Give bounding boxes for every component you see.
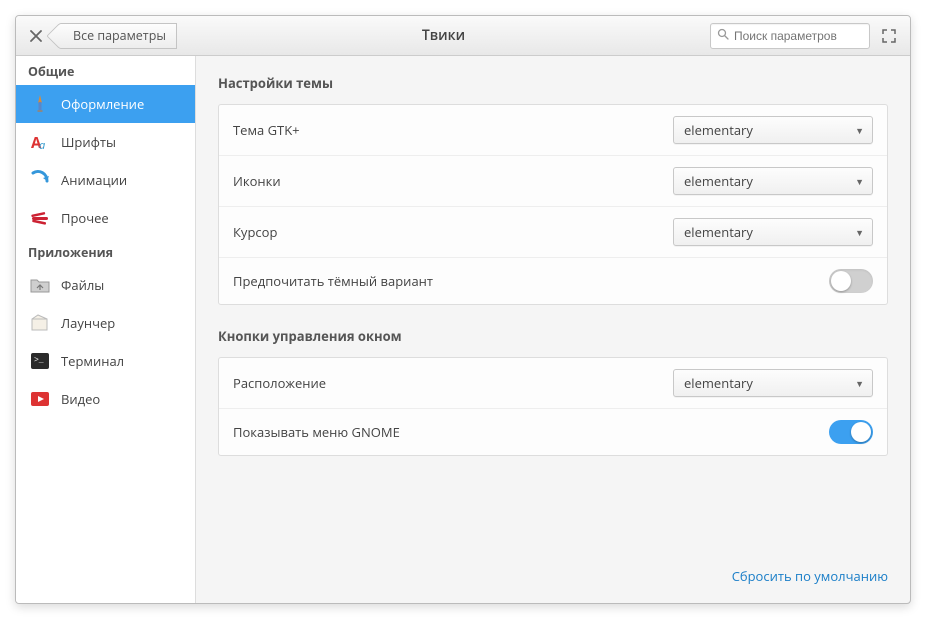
misc-icon (28, 206, 52, 230)
window-title: Твики (183, 26, 704, 45)
setting-row-dark: Предпочитать тёмный вариант (219, 258, 887, 304)
appearance-icon (28, 92, 52, 116)
fonts-icon: Aa (28, 130, 52, 154)
switch-dark-variant[interactable] (829, 269, 873, 293)
combo-icons-theme[interactable]: elementary ▼ (673, 167, 873, 195)
chevron-down-icon: ▼ (855, 124, 864, 137)
sidebar-item-label: Оформление (61, 95, 144, 113)
sidebar-item-appearance[interactable]: Оформление (16, 85, 195, 123)
reset-defaults-link[interactable]: Сбросить по умолчанию (732, 567, 888, 585)
chevron-down-icon: ▼ (855, 226, 864, 239)
setting-label: Предпочитать тёмный вариант (233, 272, 829, 290)
sidebar-item-files[interactable]: Файлы (16, 266, 195, 304)
setting-row-layout: Расположение elementary ▼ (219, 358, 887, 409)
breadcrumb-back-button[interactable]: Все параметры (58, 23, 177, 49)
setting-label: Иконки (233, 172, 673, 190)
sidebar-item-terminal[interactable]: >_ Терминал (16, 342, 195, 380)
settings-group-window: Расположение elementary ▼ Показывать мен… (218, 357, 888, 456)
setting-label: Курсор (233, 223, 673, 241)
combo-value: elementary (684, 121, 855, 139)
sidebar-item-label: Терминал (61, 352, 124, 370)
footer: Сбросить по умолчанию (218, 559, 888, 585)
settings-group-theme: Тема GTK+ elementary ▼ Иконки elementary… (218, 104, 888, 305)
combo-window-layout[interactable]: elementary ▼ (673, 369, 873, 397)
switch-knob (851, 422, 871, 442)
combo-cursor-theme[interactable]: elementary ▼ (673, 218, 873, 246)
combo-value: elementary (684, 223, 855, 241)
switch-knob (831, 271, 851, 291)
breadcrumb-label: Все параметры (73, 27, 166, 44)
combo-value: elementary (684, 374, 855, 392)
sidebar-item-fonts[interactable]: Aa Шрифты (16, 123, 195, 161)
content: Настройки темы Тема GTK+ elementary ▼ Ик… (196, 56, 910, 603)
setting-label: Тема GTK+ (233, 121, 673, 139)
svg-text:>_: >_ (34, 356, 44, 365)
section-title-theme: Настройки темы (218, 74, 888, 92)
setting-row-icons: Иконки elementary ▼ (219, 156, 887, 207)
launcher-icon (28, 311, 52, 335)
sidebar-item-label: Видео (61, 390, 100, 408)
setting-row-gnome-menu: Показывать меню GNOME (219, 409, 887, 455)
search-input[interactable] (734, 29, 889, 43)
setting-row-cursor: Курсор elementary ▼ (219, 207, 887, 258)
close-button[interactable] (24, 24, 48, 48)
setting-label: Показывать меню GNOME (233, 423, 829, 441)
section-title-window: Кнопки управления окном (218, 327, 888, 345)
chevron-down-icon: ▼ (855, 175, 864, 188)
animations-icon (28, 168, 52, 192)
sidebar-item-label: Анимации (61, 171, 127, 189)
setting-row-gtk: Тема GTK+ elementary ▼ (219, 105, 887, 156)
sidebar-item-video[interactable]: Видео (16, 380, 195, 418)
sidebar-item-label: Шрифты (61, 133, 116, 151)
sidebar-item-label: Лаунчер (61, 314, 115, 332)
sidebar-item-misc[interactable]: Прочее (16, 199, 195, 237)
titlebar: Все параметры Твики (16, 16, 910, 56)
sidebar: Общие Оформление Aa Шрифты Анимации (16, 56, 196, 603)
sidebar-group-general: Общие (16, 56, 195, 85)
close-icon (30, 30, 42, 42)
combo-value: elementary (684, 172, 855, 190)
fullscreen-button[interactable] (876, 23, 902, 49)
files-icon (28, 273, 52, 297)
svg-text:a: a (39, 138, 45, 153)
search-icon (717, 27, 729, 44)
body: Общие Оформление Aa Шрифты Анимации (16, 56, 910, 603)
sidebar-item-label: Прочее (61, 209, 109, 227)
combo-gtk-theme[interactable]: elementary ▼ (673, 116, 873, 144)
sidebar-item-animations[interactable]: Анимации (16, 161, 195, 199)
window: Все параметры Твики Общие Оформление (15, 15, 911, 604)
video-icon (28, 387, 52, 411)
chevron-down-icon: ▼ (855, 377, 864, 390)
sidebar-item-label: Файлы (61, 276, 104, 294)
terminal-icon: >_ (28, 349, 52, 373)
sidebar-group-apps: Приложения (16, 237, 195, 266)
search-box[interactable] (710, 23, 870, 49)
switch-gnome-menu[interactable] (829, 420, 873, 444)
setting-label: Расположение (233, 374, 673, 392)
sidebar-item-launcher[interactable]: Лаунчер (16, 304, 195, 342)
fullscreen-icon (882, 29, 896, 43)
